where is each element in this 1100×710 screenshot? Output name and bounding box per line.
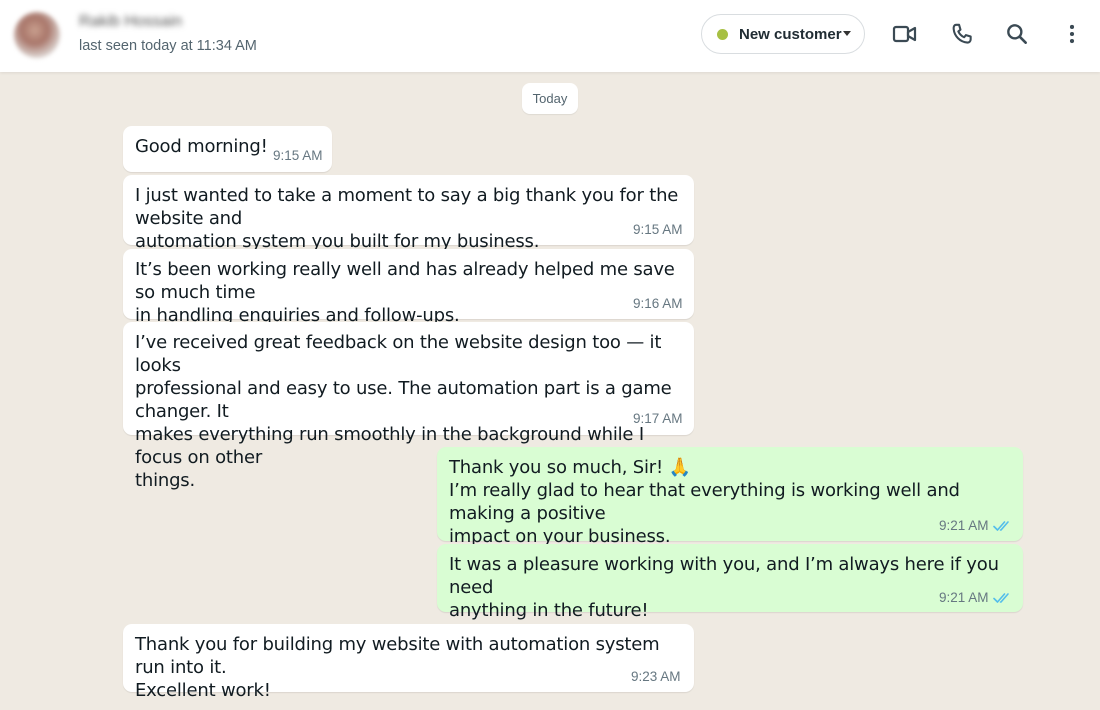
message-timestamp: 9:21 AM <box>939 518 989 533</box>
chat-header: Rakib Hossain last seen today at 11:34 A… <box>0 0 1100 72</box>
message-line: It was a pleasure working with you, and … <box>449 554 999 598</box>
contact-avatar[interactable] <box>14 12 60 58</box>
message-timestamp: 9:23 AM <box>631 669 681 684</box>
message-timestamp: 9:17 AM <box>633 411 683 426</box>
message-text: Good morning! <box>135 135 268 158</box>
incoming-message[interactable]: I just wanted to take a moment to say a … <box>123 175 694 252</box>
message-line: Thank you for building my website with a… <box>135 634 660 678</box>
incoming-message[interactable]: Thank you for building my website with a… <box>123 624 694 701</box>
message-text: It’s been working really well and has al… <box>135 258 694 327</box>
incoming-message[interactable]: I’ve received great feedback on the webs… <box>123 322 694 491</box>
chevron-down-icon <box>843 31 851 36</box>
outgoing-message[interactable]: It was a pleasure working with you, and … <box>437 544 1023 621</box>
incoming-message[interactable]: Good morning! 9:15 AM <box>123 126 332 172</box>
message-text: Thank you for building my website with a… <box>135 633 694 702</box>
contact-name[interactable]: Rakib Hossain <box>79 13 182 31</box>
message-timestamp: 9:15 AM <box>273 148 323 163</box>
message-line: Good morning! <box>135 136 268 157</box>
message-timestamp: 9:15 AM <box>633 222 683 237</box>
message-line: Thank you so much, Sir! 🙏 <box>449 457 691 478</box>
message-text: Thank you so much, Sir! 🙏 I’m really glad… <box>449 456 1023 548</box>
double-check-icon <box>993 593 1009 603</box>
date-divider: Today <box>522 83 578 114</box>
message-line: Excellent work! <box>135 680 271 701</box>
last-seen-status: last seen today at 11:34 AM <box>79 38 257 54</box>
message-timestamp: 9:21 AM <box>939 590 989 605</box>
message-line: It’s been working really well and has al… <box>135 259 675 303</box>
message-text: It was a pleasure working with you, and … <box>449 553 1023 622</box>
label-text: New customer <box>739 26 842 43</box>
incoming-message[interactable]: It’s been working really well and has al… <box>123 249 694 326</box>
message-line: professional and easy to use. The automa… <box>135 378 672 422</box>
search-icon[interactable] <box>1004 20 1030 48</box>
video-call-icon[interactable] <box>892 20 918 48</box>
label-color-dot <box>717 29 728 40</box>
voice-call-icon[interactable] <box>949 20 975 48</box>
customer-label-dropdown[interactable]: New customer <box>701 14 865 54</box>
message-timestamp: 9:16 AM <box>633 296 683 311</box>
message-line: anything in the future! <box>449 600 649 621</box>
menu-icon[interactable] <box>1059 20 1085 48</box>
message-line: I’ve received great feedback on the webs… <box>135 332 662 376</box>
message-line: I’m really glad to hear that everything … <box>449 480 960 524</box>
double-check-icon <box>993 521 1009 531</box>
outgoing-message[interactable]: Thank you so much, Sir! 🙏 I’m really glad… <box>437 447 1023 547</box>
message-line: I just wanted to take a moment to say a … <box>135 185 679 229</box>
message-text: I just wanted to take a moment to say a … <box>135 184 694 253</box>
